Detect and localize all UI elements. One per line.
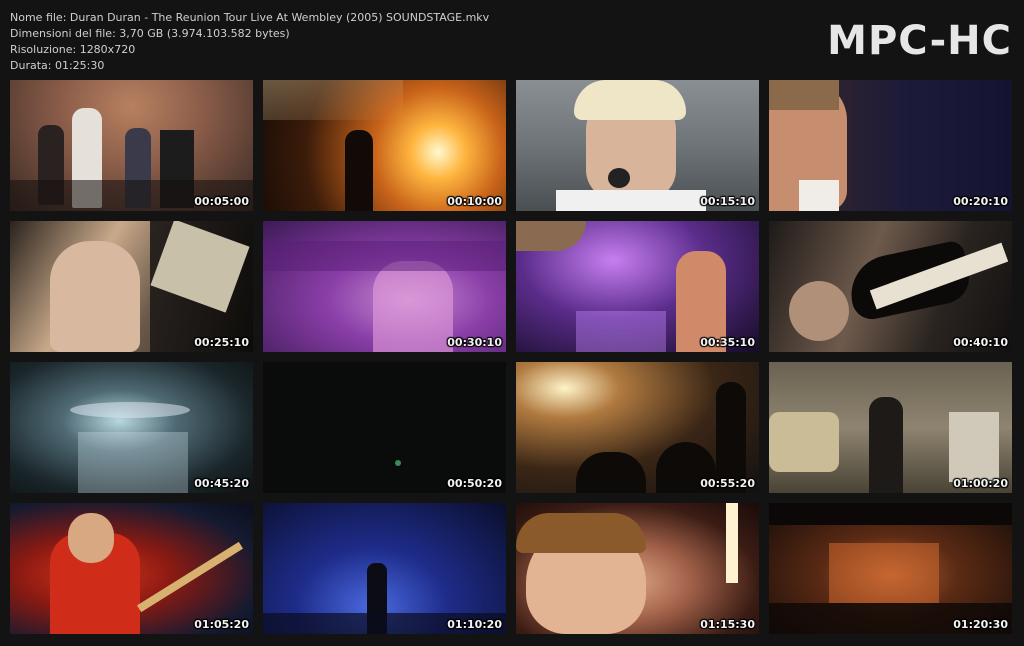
thumbnail-timestamp: 00:20:10: [953, 195, 1008, 208]
thumbnail-frame[interactable]: 00:30:10: [263, 221, 506, 352]
thumbnail-timestamp: 00:55:20: [700, 477, 755, 490]
thumbnail-frame[interactable]: 00:55:20: [516, 362, 759, 493]
resolution-line: Risoluzione: 1280x720: [10, 43, 136, 56]
thumbnail-timestamp: 00:50:20: [447, 477, 502, 490]
thumbnail-timestamp: 00:15:10: [700, 195, 755, 208]
thumbnail-frame[interactable]: 00:20:10: [769, 80, 1012, 211]
thumbnail-frame[interactable]: 00:05:00: [10, 80, 253, 211]
app-logo: MPC-HC: [827, 18, 1012, 64]
thumbnail-timestamp: 00:10:00: [447, 195, 502, 208]
thumbnail-frame[interactable]: 00:45:20: [10, 362, 253, 493]
thumbnail-timestamp: 01:15:30: [700, 618, 755, 631]
thumbnail-timestamp: 00:35:10: [700, 336, 755, 349]
file-name-line: Nome file: Duran Duran - The Reunion Tou…: [10, 11, 490, 24]
thumbnail-frame[interactable]: 00:40:10: [769, 221, 1012, 352]
thumbnail-frame[interactable]: 01:00:20: [769, 362, 1012, 493]
thumbnail-timestamp: 00:05:00: [194, 195, 249, 208]
thumbnail-frame[interactable]: 01:10:20: [263, 503, 506, 634]
thumbnail-frame[interactable]: 01:05:20: [10, 503, 253, 634]
thumbnail-timestamp: 00:30:10: [447, 336, 502, 349]
file-size-line: Dimensioni del file: 3,70 GB (3.974.103.…: [10, 27, 290, 40]
thumbnail-frame[interactable]: 00:50:20: [263, 362, 506, 493]
thumbnail-timestamp: 00:25:10: [194, 336, 249, 349]
thumbnail-timestamp: 00:40:10: [953, 336, 1008, 349]
duration-line: Durata: 01:25:30: [10, 59, 105, 72]
thumbnail-frame[interactable]: 01:20:30: [769, 503, 1012, 634]
thumbnail-timestamp: 01:00:20: [953, 477, 1008, 490]
thumbnail-frame[interactable]: 01:15:30: [516, 503, 759, 634]
thumbnail-frame[interactable]: 00:25:10: [10, 221, 253, 352]
thumbnail-timestamp: 01:20:30: [953, 618, 1008, 631]
thumbnail-sheet: Nome file: Duran Duran - The Reunion Tou…: [0, 0, 1024, 646]
thumbnail-frame[interactable]: 00:35:10: [516, 221, 759, 352]
thumbnail-timestamp: 01:10:20: [447, 618, 502, 631]
thumbnail-grid: 00:05:00 00:10:00 00:15:10 00:20:10 00:2…: [10, 80, 1014, 636]
thumbnail-frame[interactable]: 00:10:00: [263, 80, 506, 211]
thumbnail-timestamp: 01:05:20: [194, 618, 249, 631]
thumbnail-frame[interactable]: 00:15:10: [516, 80, 759, 211]
file-info-panel: Nome file: Duran Duran - The Reunion Tou…: [10, 10, 489, 74]
thumbnail-timestamp: 00:45:20: [194, 477, 249, 490]
